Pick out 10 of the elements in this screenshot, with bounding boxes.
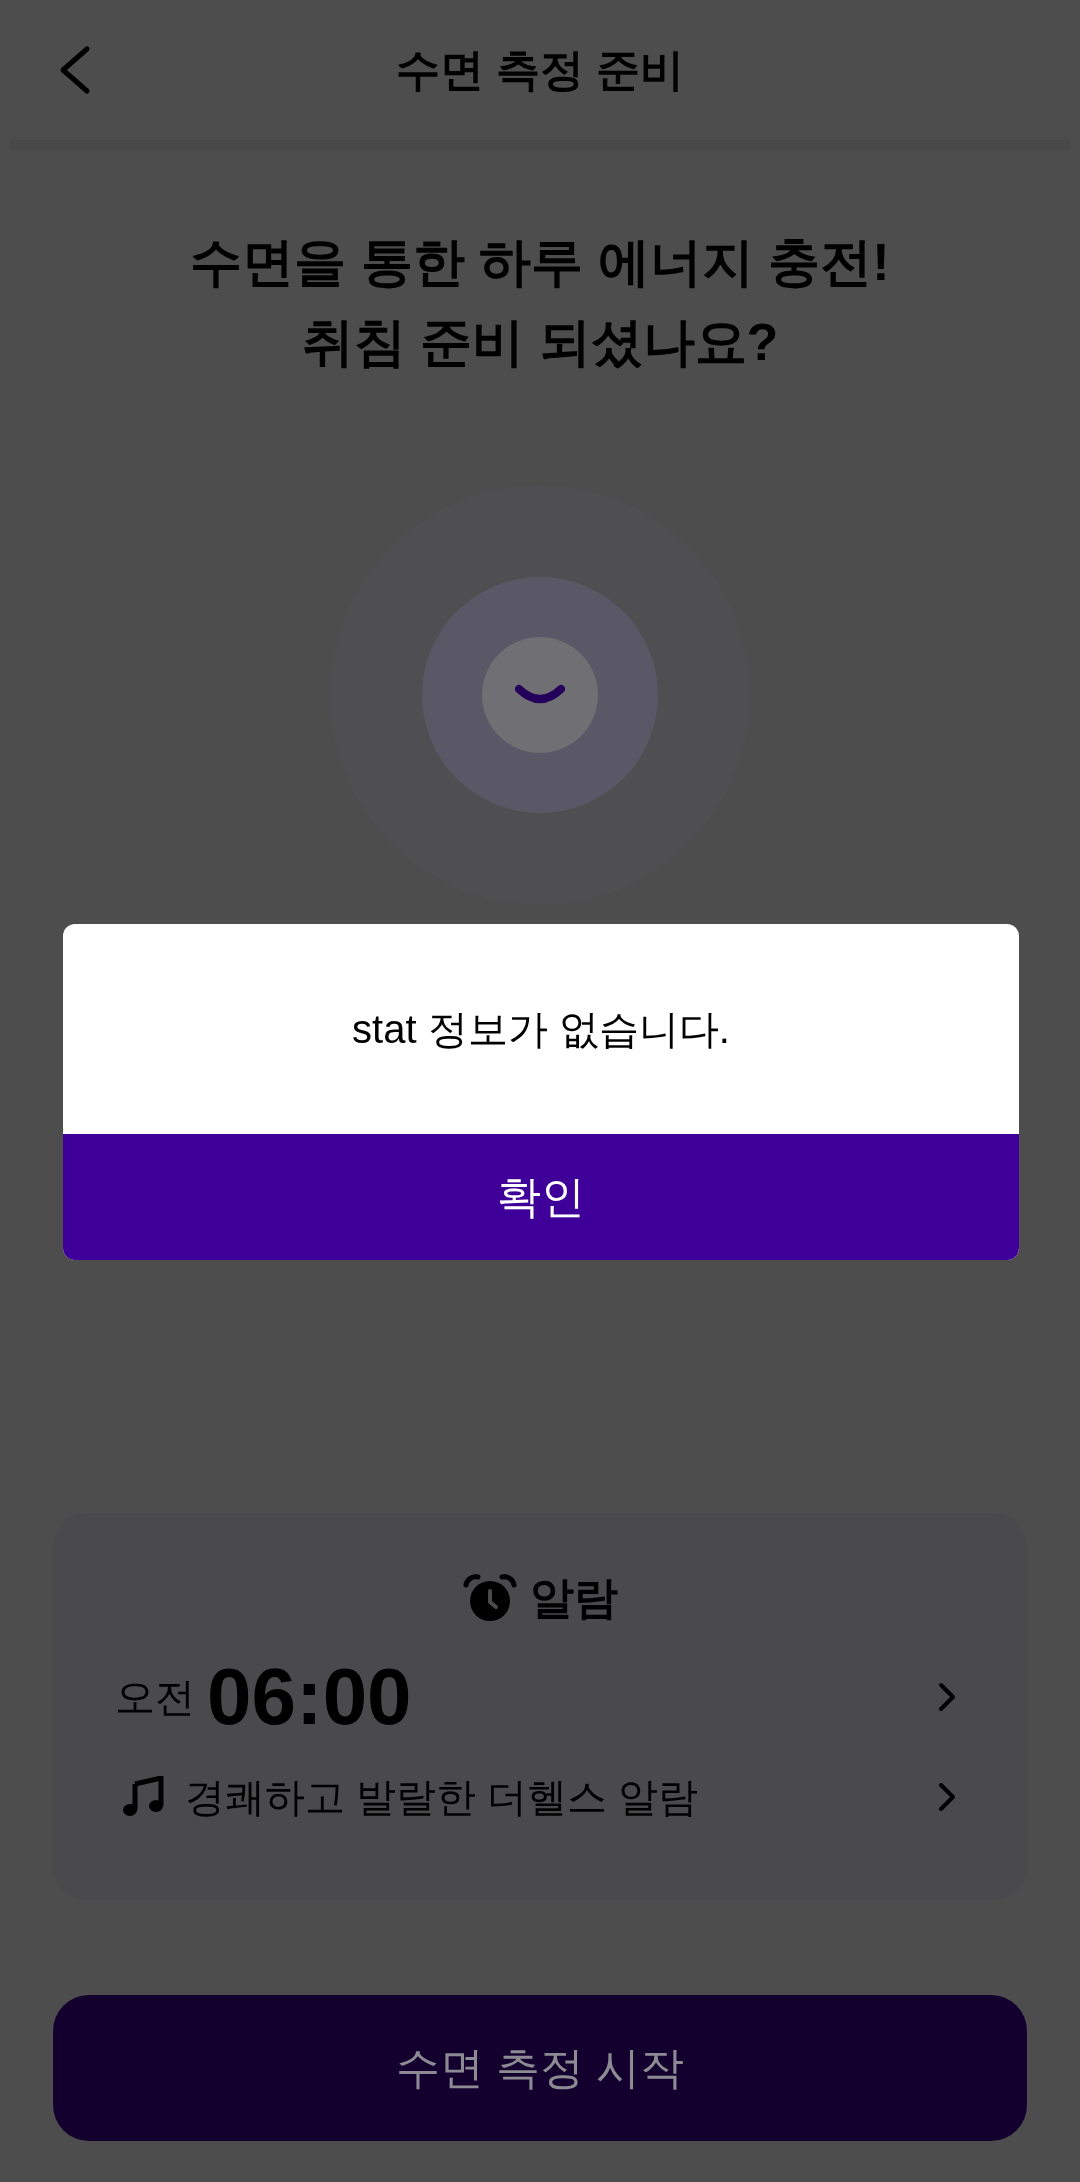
confirm-button[interactable]: 확인 — [63, 1134, 1019, 1260]
alarm-clock-icon — [462, 1573, 518, 1623]
dialog-message: stat 정보가 없습니다. — [352, 1006, 730, 1053]
music-note-icon — [121, 1776, 165, 1818]
chevron-right-icon — [937, 1681, 957, 1713]
chevron-right-icon — [937, 1781, 957, 1813]
headline-text: 수면을 통한 하루 에너지 충전! — [190, 232, 890, 293]
alarm-title: 알람 — [530, 1572, 618, 1624]
screen-title: 수면 측정 준비 — [395, 44, 685, 96]
headline-text: 취침 준비 되셨나요? — [301, 312, 779, 373]
